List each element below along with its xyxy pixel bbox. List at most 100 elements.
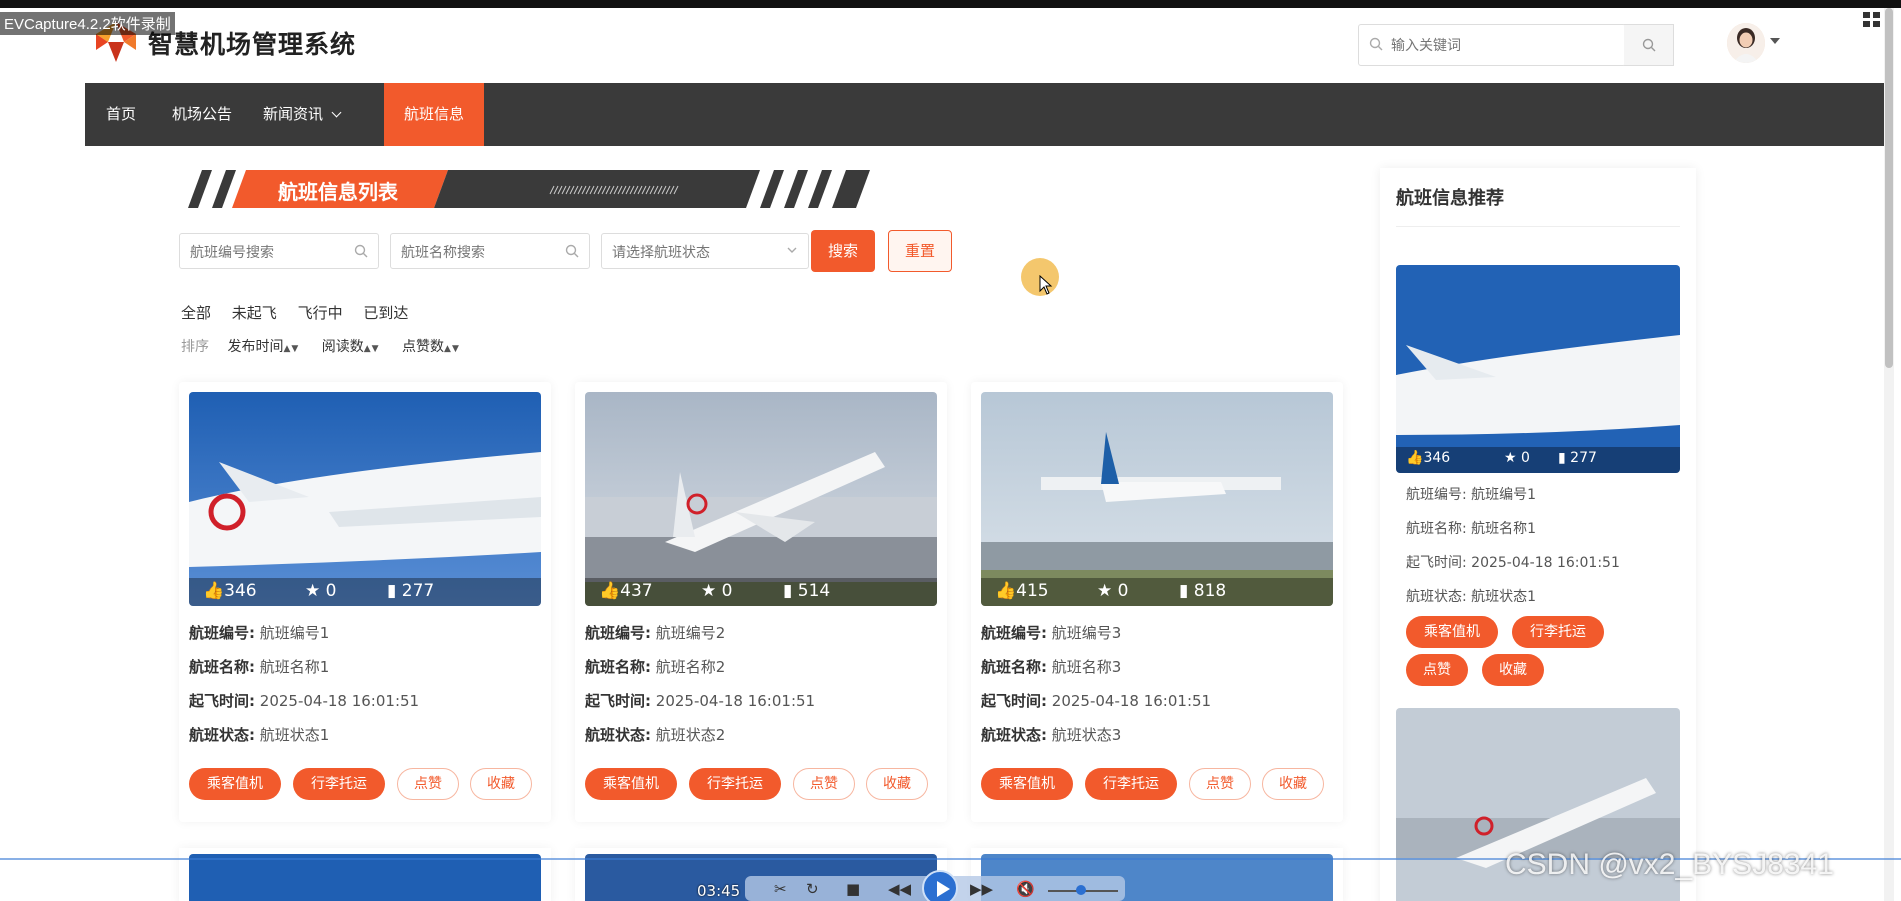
stars-count: ★ 0 — [305, 581, 337, 601]
flight-no-value: 航班编号1 — [259, 624, 330, 642]
takeoff-row: 起飞时间: 2025-04-18 16:01:51 — [189, 690, 419, 711]
avatar-dropdown-icon[interactable] — [1770, 38, 1780, 44]
status-tabs: 全部 未起飞 飞行中 已到达 — [181, 302, 424, 323]
flight-no-search-input[interactable] — [190, 240, 340, 264]
site-title: 智慧机场管理系统 — [148, 30, 357, 59]
stars-value: 0 — [1521, 450, 1530, 466]
flight-no-row: 航班编号: 航班编号1 — [1406, 484, 1536, 504]
favorite-button[interactable]: 收藏 — [866, 768, 928, 800]
forward-icon[interactable]: ▶▶ — [970, 880, 993, 898]
flight-card[interactable] — [179, 848, 551, 901]
reads-count: ▮ 277 — [1558, 450, 1597, 466]
reads-value: 277 — [401, 581, 435, 601]
tab-not-departed[interactable]: 未起飞 — [232, 304, 277, 322]
baggage-button[interactable]: 行李托运 — [689, 768, 781, 800]
mute-icon[interactable]: 🔇 — [1016, 880, 1035, 898]
takeoff-value: 2025-04-18 16:01:51 — [655, 692, 816, 710]
flight-image[interactable]: 👍346 ★ 0 ▮ 277 — [189, 392, 541, 606]
flight-name-search-input[interactable] — [401, 240, 551, 264]
reset-button[interactable]: 重置 — [888, 230, 952, 272]
header-search-input[interactable] — [1391, 33, 1581, 57]
baggage-button[interactable]: 行李托运 — [1085, 768, 1177, 800]
reads-value: 514 — [797, 581, 831, 601]
sort-arrows-icon: ▲▼ — [363, 344, 380, 354]
nav-news[interactable]: 新闻资讯 — [263, 83, 373, 146]
likes-value: 437 — [620, 581, 653, 601]
favorite-button[interactable]: 收藏 — [1262, 768, 1324, 800]
sort-label: 排序 — [181, 339, 209, 355]
sort-item-label: 发布时间 — [227, 339, 284, 355]
like-button[interactable]: 点赞 — [1406, 654, 1468, 686]
favorite-button[interactable]: 收藏 — [1482, 654, 1544, 686]
reads-value: 277 — [1570, 450, 1597, 466]
like-button[interactable]: 点赞 — [1189, 768, 1251, 800]
volume-slider-handle[interactable] — [1076, 885, 1086, 895]
recommend-image[interactable]: 👍346 ★ 0 ▮ 277 — [1396, 265, 1680, 473]
loop-icon[interactable]: ↻ — [806, 880, 819, 898]
tab-all[interactable]: 全部 — [181, 304, 211, 322]
likes-count: 👍415 — [995, 581, 1049, 601]
likes-value: 346 — [1423, 450, 1451, 466]
flight-no-value: 航班编号2 — [655, 624, 726, 642]
page-scrollbar[interactable] — [1884, 8, 1894, 901]
likes-value: 346 — [224, 581, 257, 601]
card-stats: 👍437 ★ 0 ▮ 514 — [585, 578, 937, 606]
takeoff-row: 起飞时间: 2025-04-18 16:01:51 — [981, 690, 1211, 711]
nav-announcements[interactable]: 机场公告 — [157, 83, 247, 146]
avatar-image — [1727, 23, 1765, 63]
flight-image[interactable]: 👍437 ★ 0 ▮ 514 — [585, 392, 937, 606]
stars-count: ★ 0 — [1097, 581, 1129, 601]
nav-news-label: 新闻资讯 — [263, 105, 324, 123]
check-in-button[interactable]: 乘客值机 — [189, 768, 281, 800]
reads-count: ▮ 277 — [387, 581, 435, 601]
flight-no-label: 航班编号: — [189, 624, 255, 642]
like-button[interactable]: 点赞 — [793, 768, 855, 800]
header-search-button[interactable] — [1624, 24, 1674, 66]
flight-status-select-input[interactable] — [612, 240, 762, 264]
flight-card[interactable]: 👍437 ★ 0 ▮ 514 航班编号: 航班编号2 航班名称: 航班名称2 起… — [575, 382, 947, 822]
tab-arrived[interactable]: 已到达 — [363, 304, 408, 322]
takeoff-value: 2025-04-18 16:01:51 — [1051, 692, 1212, 710]
flight-card[interactable]: 👍346 ★ 0 ▮ 277 航班编号: 航班编号1 航班名称: 航班名称1 起… — [179, 382, 551, 822]
flight-name-row: 航班名称: 航班名称3 — [981, 656, 1121, 677]
flight-image[interactable]: 👍415 ★ 0 ▮ 818 — [981, 392, 1333, 606]
flight-no-value: 航班编号3 — [1051, 624, 1122, 642]
recorder-grid-icon[interactable] — [1863, 12, 1883, 30]
sort-read-count[interactable]: 阅读数▲▼ — [322, 339, 380, 355]
flight-name-label: 航班名称: — [585, 658, 651, 676]
flight-name-label: 航班名称: — [1406, 521, 1467, 537]
flight-no-label: 航班编号: — [1406, 487, 1467, 503]
nav-flight-info[interactable]: 航班信息 — [384, 83, 484, 146]
status-value: 航班状态1 — [1471, 589, 1537, 605]
reads-value: 818 — [1193, 581, 1227, 601]
scrollbar-thumb[interactable] — [1885, 8, 1893, 368]
takeoff-value: 2025-04-18 16:01:51 — [259, 692, 420, 710]
like-button[interactable]: 点赞 — [397, 768, 459, 800]
flight-status-select[interactable] — [601, 233, 809, 269]
user-avatar[interactable] — [1727, 23, 1765, 63]
flight-card[interactable]: 👍415 ★ 0 ▮ 818 航班编号: 航班编号3 航班名称: 航班名称3 起… — [971, 382, 1343, 822]
nav-home[interactable]: 首页 — [85, 83, 157, 146]
baggage-button[interactable]: 行李托运 — [293, 768, 385, 800]
rewind-icon[interactable]: ◀◀ — [888, 880, 911, 898]
play-button[interactable] — [922, 870, 958, 901]
card-stats: 👍415 ★ 0 ▮ 818 — [981, 578, 1333, 606]
baggage-button[interactable]: 行李托运 — [1512, 616, 1604, 648]
stop-icon[interactable]: ■ — [846, 880, 860, 898]
flight-no-row: 航班编号: 航班编号2 — [585, 622, 725, 643]
check-in-button[interactable]: 乘客值机 — [981, 768, 1073, 800]
favorite-button[interactable]: 收藏 — [470, 768, 532, 800]
reads-count: ▮ 818 — [1179, 581, 1227, 601]
search-icon — [565, 244, 579, 258]
sort-publish-time[interactable]: 发布时间▲▼ — [227, 339, 299, 355]
status-value: 航班状态2 — [655, 726, 726, 744]
check-in-button[interactable]: 乘客值机 — [585, 768, 677, 800]
sort-like-count[interactable]: 点赞数▲▼ — [402, 339, 460, 355]
check-in-button[interactable]: 乘客值机 — [1406, 616, 1498, 648]
flight-no-filter — [179, 233, 379, 269]
search-button[interactable]: 搜索 — [811, 230, 875, 272]
flight-image[interactable] — [189, 854, 541, 901]
cut-icon[interactable]: ✂ — [774, 880, 787, 898]
flight-name-row: 航班名称: 航班名称1 — [1406, 518, 1536, 538]
tab-in-flight[interactable]: 飞行中 — [298, 304, 343, 322]
